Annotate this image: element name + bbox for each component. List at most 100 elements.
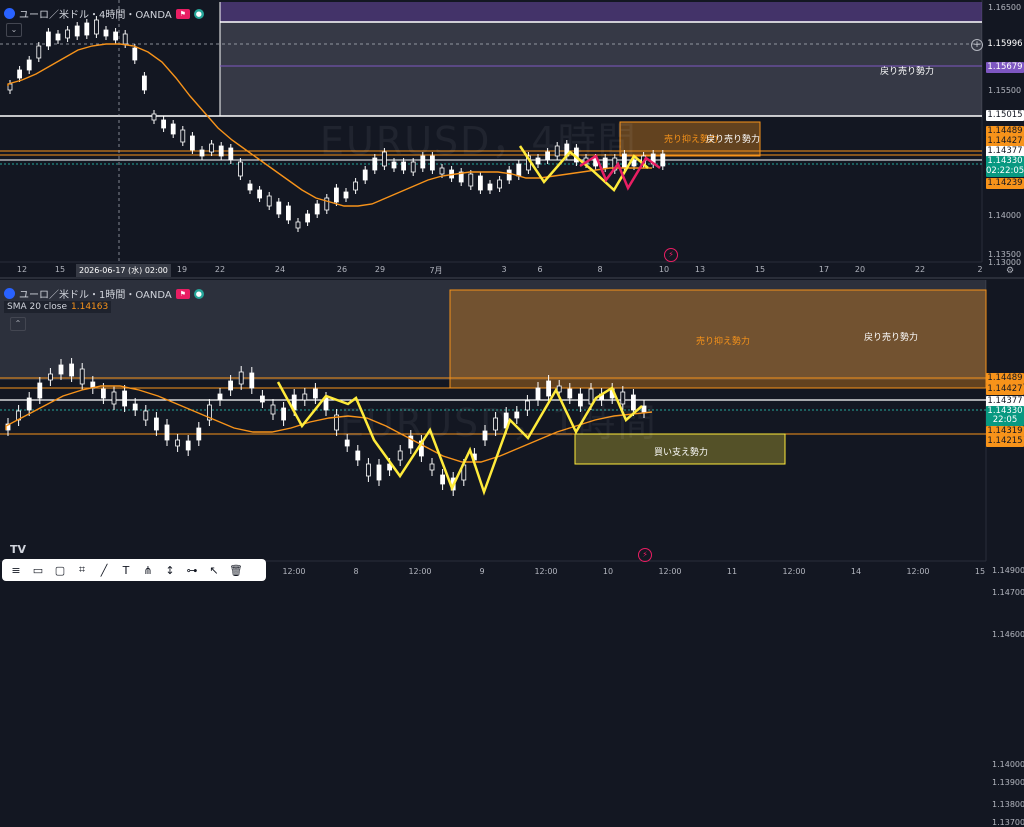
time-axis-label: 6 [537, 265, 543, 274]
drawing-toolbar: ≡ ▭ ▢ ⌗ ╱ T ⋔ ↕ ⊶ ↖ 🗑 [2, 559, 266, 581]
time-axis-label: 29 [374, 265, 386, 274]
add-alert-icon[interactable]: + [971, 39, 983, 51]
resist-zone [220, 22, 982, 116]
candle-body [312, 388, 318, 399]
candle-body [506, 169, 512, 181]
price-axis-label: 1.14700 [992, 588, 1024, 597]
candle-body [238, 371, 244, 385]
price-axis-label: 1.14600 [992, 630, 1024, 639]
candle-body [101, 388, 106, 399]
tradingview-logo[interactable]: TV [10, 543, 26, 556]
collapse-legend-button[interactable]: ⌃ [10, 317, 26, 331]
price-tag: 02:22:05 [986, 166, 1024, 177]
rectangle-icon[interactable]: ▭ [28, 561, 48, 579]
candle-body [103, 29, 109, 37]
crop-icon[interactable]: ⌗ [72, 561, 92, 579]
candle-body [164, 424, 170, 441]
price-tag: 1.15996 [986, 39, 1024, 50]
price-tag: 1.14489 [986, 373, 1024, 384]
candle-body [26, 397, 32, 411]
time-axis-label: 20 [854, 265, 866, 274]
time-axis-label: 13 [694, 265, 706, 274]
candle-body [153, 417, 159, 431]
candle-body [143, 410, 149, 421]
price-tag: 1.15015 [986, 110, 1024, 121]
price-tag: 1.14239 [986, 178, 1024, 189]
sma-value: 1.14163 [71, 302, 109, 312]
candle-body [365, 463, 371, 477]
zone-label-buy: 買い支え勢力 [654, 448, 709, 458]
chart-pane-4h[interactable]: ユーロ／米ドル・4時間・OANDA ⚑ ● ⌄ EURUSD，4時間 2026-… [0, 0, 1024, 279]
candle-body [247, 183, 253, 191]
candle-body [55, 33, 61, 41]
text-tool-icon[interactable]: T [116, 561, 136, 579]
cursor-icon[interactable]: ↖ [204, 561, 224, 579]
candle-body [37, 382, 43, 399]
price-range-icon[interactable]: ↕ [160, 561, 180, 579]
flag-icon[interactable]: ⚑ [175, 288, 190, 299]
candle-body [170, 123, 176, 135]
settings-icon[interactable]: ⚙ [1006, 266, 1014, 276]
symbol-title-4h[interactable]: ユーロ／米ドル・4時間・OANDA ⚑ ● [4, 6, 204, 21]
candle-body [266, 195, 272, 207]
time-axis-label: 24 [274, 265, 286, 274]
candle-body [376, 464, 382, 481]
time-axis-label: 12:00 [408, 567, 432, 576]
time-axis-label: 2 [977, 265, 983, 274]
time-axis-label: 3 [501, 265, 507, 274]
candle-body [281, 407, 287, 421]
time-axis-label: 14 [850, 567, 862, 576]
price-axis-label: 1.14900 [992, 566, 1024, 575]
collapse-legend-button[interactable]: ⌄ [6, 23, 22, 37]
lightning-icon[interactable]: ⚡ [638, 548, 652, 562]
candle-body [237, 161, 243, 177]
time-axis-label: 11 [726, 567, 738, 576]
candle-body [46, 31, 51, 47]
price-axis-label: 1.13900 [992, 778, 1024, 787]
candle-body [487, 183, 493, 191]
candle-body [58, 364, 64, 375]
price-tag: 22:05 [986, 415, 1024, 426]
crosshair-date-label: 2026-06-17 (水) 02:00 [76, 264, 171, 277]
status-dot-icon: ● [193, 8, 204, 19]
candle-body [324, 197, 330, 211]
status-dot-icon: ● [193, 288, 204, 299]
lightning-icon[interactable]: ⚡ [664, 248, 678, 262]
candle-body [355, 450, 361, 461]
candle-body [180, 129, 186, 143]
anchor-icon[interactable]: ⊶ [182, 561, 202, 579]
time-axis-label: 12:00 [906, 567, 930, 576]
chart-pane-1h[interactable]: ユーロ／米ドル・1時間・OANDA ⚑ ● SMA 20 close 1.1416… [0, 280, 1024, 827]
price-axis-label: 1.13000 [988, 258, 1022, 267]
ruler-icon[interactable]: ≡ [6, 561, 26, 579]
candle-body [285, 205, 291, 221]
resist-zone-top [220, 2, 982, 22]
price-axis-label: 1.13800 [992, 800, 1024, 809]
symbol-title-1h[interactable]: ユーロ／米ドル・1時間・OANDA ⚑ ● [4, 286, 204, 301]
price-axis-label: 1.14000 [988, 211, 1022, 220]
time-axis-label: 8 [597, 265, 603, 274]
time-axis-label: 26 [336, 265, 348, 274]
candle-body [141, 75, 147, 91]
time-axis-label: 12 [16, 265, 28, 274]
time-axis-label: 15 [754, 265, 766, 274]
candle-body [276, 201, 282, 215]
line-tool-icon[interactable]: ╱ [94, 561, 114, 579]
flag-icon[interactable]: ⚑ [175, 8, 190, 19]
pitchfork-icon[interactable]: ⋔ [138, 561, 158, 579]
candle-body [84, 22, 90, 36]
trash-icon[interactable]: 🗑 [226, 561, 246, 579]
candle-body [440, 474, 446, 485]
currency-logo-icon [4, 8, 15, 19]
candle-body [333, 187, 339, 203]
candle-body [439, 167, 445, 175]
candle-body [249, 372, 255, 389]
price-tag: 1.14215 [986, 436, 1024, 447]
candle-body [259, 395, 265, 403]
note-icon[interactable]: ▢ [50, 561, 70, 579]
candle-body [477, 175, 483, 191]
sma-label: SMA 20 close [7, 302, 67, 312]
candle-body [26, 59, 32, 71]
sma-legend[interactable]: SMA 20 close 1.14163 [4, 301, 112, 313]
time-axis-label: 10 [658, 265, 670, 274]
